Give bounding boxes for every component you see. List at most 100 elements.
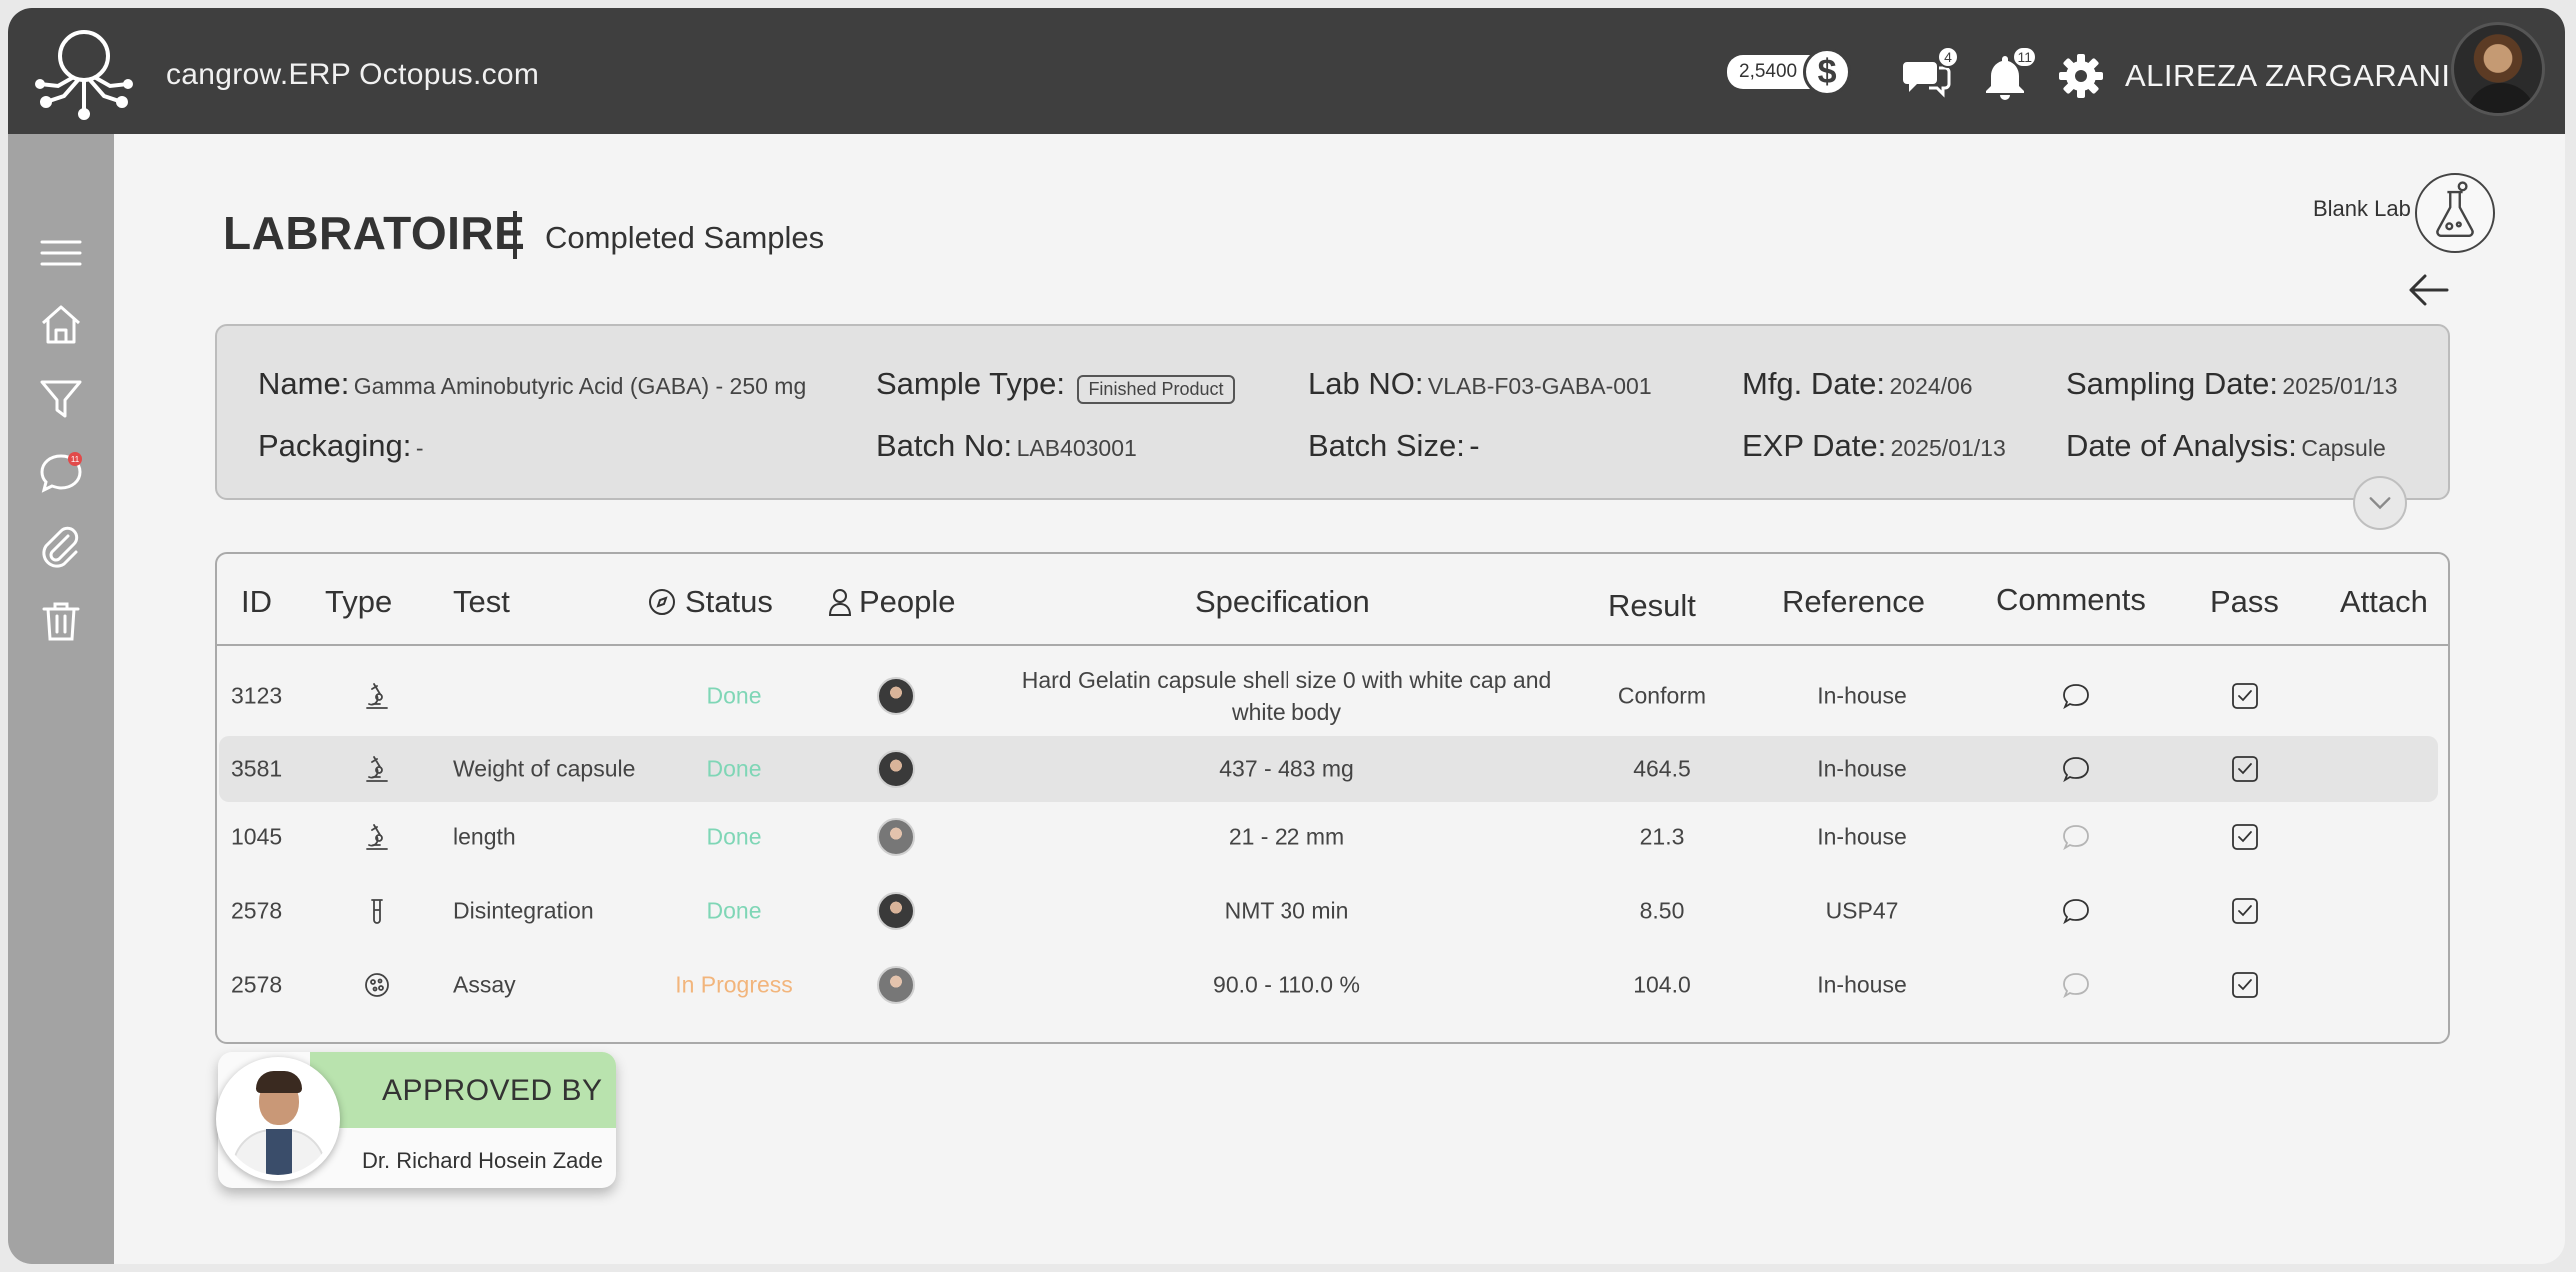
table-row[interactable]: 3581 Weight of capsule Done 437 - 483 mg…	[219, 736, 2438, 802]
row-status: Done	[706, 897, 762, 924]
column-reference[interactable]: Reference	[1782, 584, 1925, 620]
blank-lab-button[interactable]	[2415, 173, 2495, 253]
row-result: Conform	[1617, 682, 1707, 709]
column-status[interactable]: Status	[647, 584, 773, 620]
row-result: 8.50	[1639, 897, 1685, 924]
checkbox-checked-icon[interactable]	[2230, 896, 2260, 926]
row-reference: In-house	[1817, 823, 1907, 850]
attachment-icon[interactable]	[38, 524, 84, 570]
sample-type-label: Sample Type:	[876, 366, 1065, 401]
column-people[interactable]: People	[827, 584, 956, 620]
microscope-icon	[366, 683, 388, 709]
mfg-date-label: Mfg. Date:	[1742, 366, 1885, 401]
filter-icon[interactable]	[38, 376, 84, 422]
checkbox-checked-icon[interactable]	[2230, 681, 2260, 711]
name-value: Gamma Aminobutyric Acid (GABA) - 250 mg	[353, 373, 807, 399]
app-window: cangrow.ERP Octopus.com 2,5400 $ 4 11 AL…	[8, 8, 2565, 1264]
row-reference: In-house	[1817, 755, 1907, 782]
comment-icon[interactable]	[2061, 822, 2091, 852]
avatar[interactable]	[877, 966, 915, 1004]
user-avatar[interactable]	[2451, 22, 2545, 116]
row-status: Done	[706, 682, 762, 709]
comment-icon[interactable]	[2061, 896, 2091, 926]
trash-icon[interactable]	[38, 598, 84, 644]
messages-button[interactable]: 4	[1903, 46, 1959, 100]
row-result: 104.0	[1633, 971, 1691, 998]
column-comments[interactable]: Comments	[1996, 582, 2146, 618]
row-reference: In-house	[1817, 971, 1907, 998]
sampling-date-value: 2025/01/13	[2282, 373, 2398, 399]
column-pass[interactable]: Pass	[2210, 584, 2279, 620]
tests-table: ID Type Test Status People Specification…	[215, 552, 2450, 1044]
petri-dish-icon	[365, 973, 389, 997]
table-row[interactable]: 2578 Assay In Progress 90.0 - 110.0 % 10…	[219, 952, 2438, 1018]
analysis-date-label: Date of Analysis:	[2066, 428, 2297, 463]
top-bar: cangrow.ERP Octopus.com 2,5400 $ 4 11 AL…	[8, 8, 2565, 134]
title-divider	[513, 211, 517, 259]
column-attach[interactable]: Attach	[2340, 584, 2428, 620]
row-status: Done	[706, 823, 762, 850]
person-icon	[828, 589, 852, 616]
flask-icon	[2436, 181, 2474, 237]
chat-badge: 11	[68, 452, 82, 466]
avatar[interactable]	[877, 892, 915, 930]
avatar[interactable]	[877, 677, 915, 715]
row-specification: 21 - 22 mm	[1228, 823, 1345, 850]
notifications-button[interactable]: 11	[1981, 46, 2037, 100]
column-status-label: Status	[685, 584, 773, 619]
approved-title: APPROVED BY	[382, 1074, 603, 1107]
checkbox-checked-icon[interactable]	[2230, 970, 2260, 1000]
approved-by-card[interactable]: APPROVED BY Dr. Richard Hosein Zade	[216, 1052, 616, 1188]
menu-icon[interactable]	[38, 230, 84, 276]
exp-date-field: EXP Date: 2025/01/13	[1742, 428, 2006, 464]
approver-name: Dr. Richard Hosein Zade	[362, 1148, 603, 1173]
row-result: 464.5	[1633, 755, 1691, 782]
user-name[interactable]: ALIREZA ZARGARANI	[2125, 58, 2450, 94]
column-type[interactable]: Type	[325, 584, 392, 620]
packaging-field: Packaging: -	[258, 428, 424, 464]
comment-icon[interactable]	[2061, 970, 2091, 1000]
column-id[interactable]: ID	[241, 584, 272, 620]
home-icon[interactable]	[38, 302, 84, 348]
name-field: Name: Gamma Aminobutyric Acid (GABA) - 2…	[258, 366, 806, 402]
checkbox-checked-icon[interactable]	[2230, 822, 2260, 852]
batch-no-label: Batch No:	[876, 428, 1013, 463]
octopus-logo-icon[interactable]	[34, 22, 134, 122]
mfg-date-field: Mfg. Date: 2024/06	[1742, 366, 1973, 402]
brand-name: cangrow.ERP Octopus.com	[166, 58, 540, 91]
chevron-down-icon	[2369, 497, 2391, 510]
row-test: Weight of capsule	[453, 755, 636, 782]
sampling-date-field: Sampling Date: 2025/01/13	[2066, 366, 2398, 402]
avatar[interactable]	[877, 818, 915, 856]
expand-button[interactable]	[2353, 476, 2407, 530]
table-row[interactable]: 2578 Disintegration Done NMT 30 min 8.50…	[219, 878, 2438, 944]
table-row[interactable]: 3123 Done Hard Gelatin capsule shell siz…	[219, 658, 2438, 734]
messages-count-badge: 4	[1937, 46, 1959, 68]
row-specification: 90.0 - 110.0 %	[1213, 971, 1360, 998]
back-arrow-icon[interactable]	[2405, 270, 2451, 310]
avatar[interactable]	[877, 750, 915, 788]
column-result[interactable]: Result	[1608, 588, 1696, 624]
column-people-label: People	[859, 584, 956, 619]
row-result: 21.3	[1639, 823, 1685, 850]
comment-icon[interactable]	[2061, 754, 2091, 784]
lab-no-field: Lab NO: VLAB-F03-GABA-001	[1308, 366, 1652, 402]
gear-icon[interactable]	[2057, 52, 2105, 100]
checkbox-checked-icon[interactable]	[2230, 754, 2260, 784]
comment-icon[interactable]	[2061, 681, 2091, 711]
row-reference: In-house	[1817, 682, 1907, 709]
blank-lab-label[interactable]: Blank Lab	[2313, 196, 2411, 222]
row-status: Done	[706, 755, 762, 782]
batch-size-label: Batch Size:	[1308, 428, 1465, 463]
balance-widget[interactable]: 2,5400 $	[1727, 48, 1852, 96]
table-row[interactable]: 1045 length Done 21 - 22 mm 21.3 In-hous…	[219, 804, 2438, 870]
row-specification: Hard Gelatin capsule shell size 0 with w…	[1021, 667, 1552, 725]
sample-type-tag: Finished Product	[1077, 375, 1235, 405]
row-test: Disintegration	[453, 897, 594, 924]
sidebar-chat[interactable]: 11	[38, 450, 84, 496]
row-specification: 437 - 483 mg	[1219, 755, 1354, 782]
row-test: Assay	[453, 971, 516, 998]
column-test[interactable]: Test	[453, 584, 510, 620]
column-specification[interactable]: Specification	[1195, 584, 1370, 620]
row-specification: NMT 30 min	[1224, 897, 1349, 924]
